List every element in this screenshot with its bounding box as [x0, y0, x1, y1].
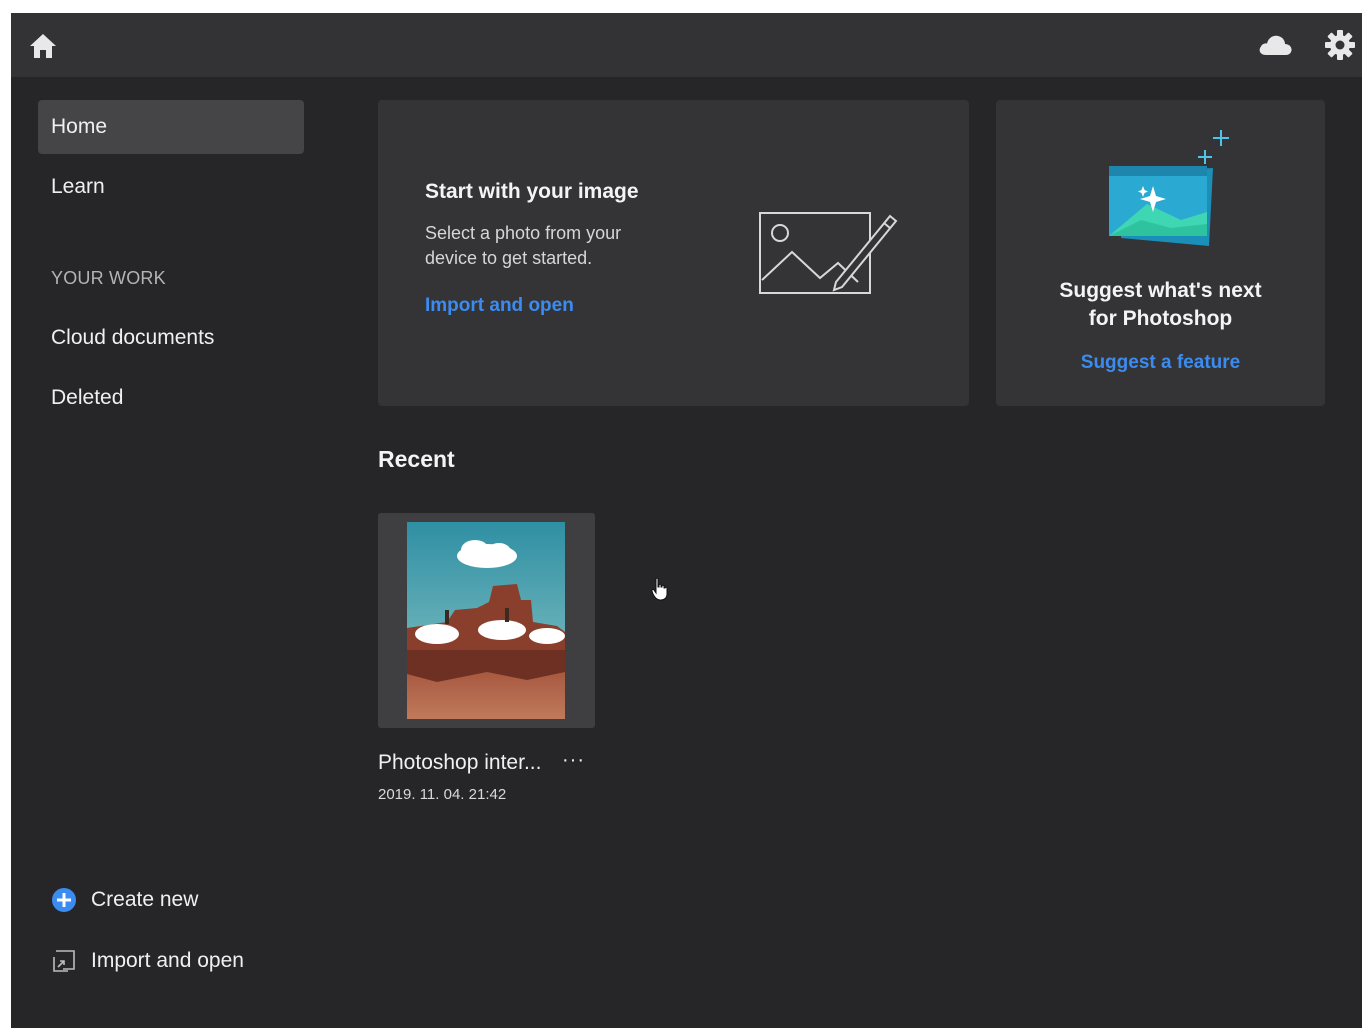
suggest-card-title: Suggest what's next for Photoshop — [996, 277, 1325, 333]
import-and-open-button[interactable]: Import and open — [51, 945, 244, 977]
cloud-icon[interactable] — [1257, 33, 1293, 57]
suggest-feature-card: Suggest what's next for Photoshop Sugges… — [996, 100, 1325, 406]
home-icon[interactable] — [28, 32, 58, 60]
sidebar-item-learn[interactable]: Learn — [38, 160, 304, 214]
start-card-description: Select a photo from your device to get s… — [425, 223, 622, 268]
start-with-image-card: Start with your image Select a photo fro… — [378, 100, 969, 406]
section-label-your-work: YOUR WORK — [51, 268, 166, 288]
top-bar — [11, 13, 1362, 77]
image-pen-icon — [758, 208, 900, 296]
import-icon — [51, 948, 77, 974]
create-new-label: Create new — [91, 888, 199, 911]
more-options-icon[interactable]: ··· — [562, 749, 585, 772]
plus-circle-icon — [51, 887, 77, 913]
sidebar-item-deleted[interactable]: Deleted — [38, 371, 304, 425]
suggest-title-line2: for Photoshop — [1088, 307, 1233, 330]
suggest-a-feature-link[interactable]: Suggest a feature — [996, 352, 1325, 374]
recent-document-date: 2019. 11. 04. 21:42 — [378, 786, 507, 803]
sidebar-item-label: Learn — [51, 175, 105, 198]
sidebar-item-label: Home — [51, 115, 108, 138]
suggest-title-line1: Suggest what's next — [1059, 279, 1262, 302]
recent-document-name[interactable]: Photoshop inter... — [378, 751, 541, 775]
import-and-open-label: Import and open — [91, 949, 244, 972]
sidebar-item-label: Cloud documents — [51, 326, 215, 349]
hand-cursor-icon — [651, 577, 669, 601]
start-card-title: Start with your image — [425, 180, 639, 203]
sidebar-item-label: Deleted — [51, 386, 124, 409]
sparkle-window-icon — [1101, 128, 1233, 250]
document-thumbnail — [407, 522, 565, 719]
create-new-button[interactable]: Create new — [51, 884, 198, 916]
import-and-open-link[interactable]: Import and open — [425, 295, 574, 317]
sidebar: Home Learn YOUR WORK Cloud documents Del… — [11, 77, 341, 1028]
sidebar-item-cloud-documents[interactable]: Cloud documents — [38, 311, 304, 365]
app-window: Home Learn YOUR WORK Cloud documents Del… — [11, 13, 1362, 1028]
sidebar-item-home[interactable]: Home — [38, 100, 304, 154]
recent-section-title: Recent — [378, 446, 455, 472]
gear-icon[interactable] — [1324, 29, 1356, 61]
recent-document-card[interactable] — [378, 513, 595, 728]
